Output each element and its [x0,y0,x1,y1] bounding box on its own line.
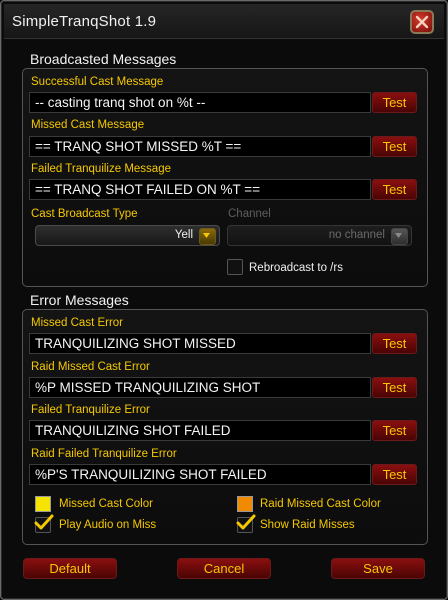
raid-missed-error-label: Raid Missed Cast Error [31,361,150,373]
show-raid-misses-label: Show Raid Misses [260,519,355,531]
raid-missed-color-label: Raid Missed Cast Color [260,498,381,510]
raid-missed-error-input[interactable]: %P MISSED TRANQUILIZING SHOT [29,377,371,398]
errors-panel: Missed Cast Error TRANQUILIZING SHOT MIS… [22,309,428,545]
failed-tranq-test-button[interactable]: Test [372,179,417,200]
missed-cast-test-button[interactable]: Test [372,136,417,157]
window-title: SimpleTranqShot 1.9 [12,13,157,30]
channel-value: no channel [328,229,385,241]
checkmark-icon [236,514,256,530]
missed-cast-error-test-button[interactable]: Test [372,333,417,354]
missed-cast-color-swatch[interactable] [35,496,51,512]
failed-tranq-label: Failed Tranquilize Message [31,163,171,175]
missed-cast-label: Missed Cast Message [31,119,145,131]
missed-cast-error-input[interactable]: TRANQUILIZING SHOT MISSED [29,333,371,354]
missed-cast-color-label: Missed Cast Color [59,498,153,510]
broadcast-panel: Successful Cast Message -- casting tranq… [22,68,428,287]
play-audio-label: Play Audio on Miss [59,519,157,531]
checkmark-icon [34,514,54,530]
raid-missed-error-test-button[interactable]: Test [372,377,417,398]
cancel-button[interactable]: Cancel [177,558,271,579]
broadcast-type-label: Cast Broadcast Type [31,208,138,220]
failed-tranq-error-label: Failed Tranquilize Error [31,404,150,416]
raid-failed-error-test-button[interactable]: Test [372,464,417,485]
play-audio-checkbox[interactable] [34,514,54,533]
errors-heading: Error Messages [30,292,129,308]
failed-tranq-error-input[interactable]: TRANQUILIZING SHOT FAILED [29,420,371,441]
broadcast-type-dropdown[interactable]: Yell [35,225,220,246]
chevron-down-icon [199,228,216,245]
raid-failed-error-input[interactable]: %P'S TRANQUILIZING SHOT FAILED [29,464,371,485]
close-icon [415,15,429,29]
successful-cast-test-button[interactable]: Test [372,92,417,113]
raid-missed-color-swatch[interactable] [237,496,253,512]
failed-tranq-error-test-button[interactable]: Test [372,420,417,441]
title-bar[interactable]: SimpleTranqShot 1.9 [4,4,444,39]
missed-cast-error-label: Missed Cast Error [31,317,124,329]
save-button[interactable]: Save [331,558,425,579]
channel-label: Channel [228,208,271,220]
broadcast-type-value: Yell [174,229,193,241]
show-raid-misses-checkbox[interactable] [236,514,256,533]
successful-cast-label: Successful Cast Message [31,76,164,88]
failed-tranq-input[interactable]: == TRANQ SHOT FAILED ON %T == [29,179,371,200]
default-button[interactable]: Default [23,558,117,579]
settings-window: SimpleTranqShot 1.9 Broadcasted Messages… [0,0,448,600]
close-button[interactable] [410,10,434,34]
successful-cast-input[interactable]: -- casting tranq shot on %t -- [29,92,371,113]
rebroadcast-checkbox[interactable] [227,259,243,275]
rebroadcast-label: Rebroadcast to /rs [249,262,343,274]
broadcast-heading: Broadcasted Messages [30,51,177,67]
chevron-down-icon [391,228,408,245]
missed-cast-input[interactable]: == TRANQ SHOT MISSED %T == [29,136,371,157]
channel-dropdown: no channel [227,225,412,246]
raid-failed-error-label: Raid Failed Tranquilize Error [31,448,177,460]
